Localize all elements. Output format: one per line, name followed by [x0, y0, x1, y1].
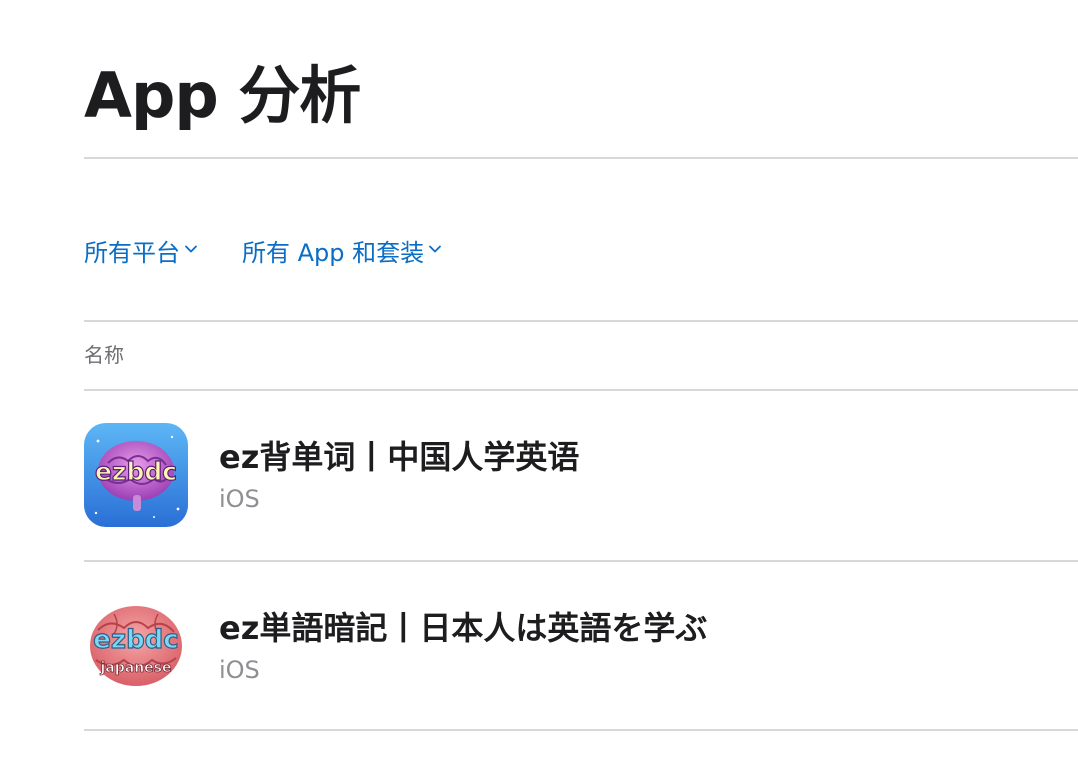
column-header-name[interactable]: 名称: [84, 340, 124, 370]
app-platform: iOS: [219, 485, 260, 513]
title-divider: [84, 157, 1078, 159]
apps-filter-dropdown[interactable]: 所有 App 和套装: [242, 233, 442, 268]
app-name[interactable]: ez背单词丨中国人学英语: [219, 435, 579, 479]
table-top-divider: [84, 320, 1078, 322]
table-row[interactable]: ezbdc ez背单词丨中国人学英语 iOS: [84, 391, 1078, 561]
svg-text:japanese: japanese: [99, 660, 171, 676]
platform-filter-dropdown[interactable]: 所有平台: [84, 233, 198, 268]
table-row[interactable]: ezbdc japanese ez単語暗記丨日本人は英語を学ぶ iOS: [84, 562, 1078, 732]
svg-text:ezbdc: ezbdc: [95, 457, 177, 486]
apps-filter-label: 所有 App 和套装: [242, 238, 425, 267]
app-icon: ezbdc: [84, 423, 188, 527]
row-divider: [84, 729, 1078, 731]
brain-icon: ezbdc: [84, 423, 188, 527]
filter-bar: 所有平台 所有 App 和套装: [84, 230, 442, 270]
app-name[interactable]: ez単語暗記丨日本人は英語を学ぶ: [219, 606, 707, 650]
page-title: App 分析: [84, 59, 361, 132]
app-platform: iOS: [219, 656, 260, 684]
chevron-down-icon: [185, 245, 197, 253]
brain-icon: ezbdc japanese: [84, 594, 188, 698]
svg-text:ezbdc: ezbdc: [93, 625, 178, 655]
platform-filter-label: 所有平台: [84, 238, 180, 267]
app-icon: ezbdc japanese: [84, 594, 188, 698]
chevron-down-icon: [429, 245, 442, 253]
